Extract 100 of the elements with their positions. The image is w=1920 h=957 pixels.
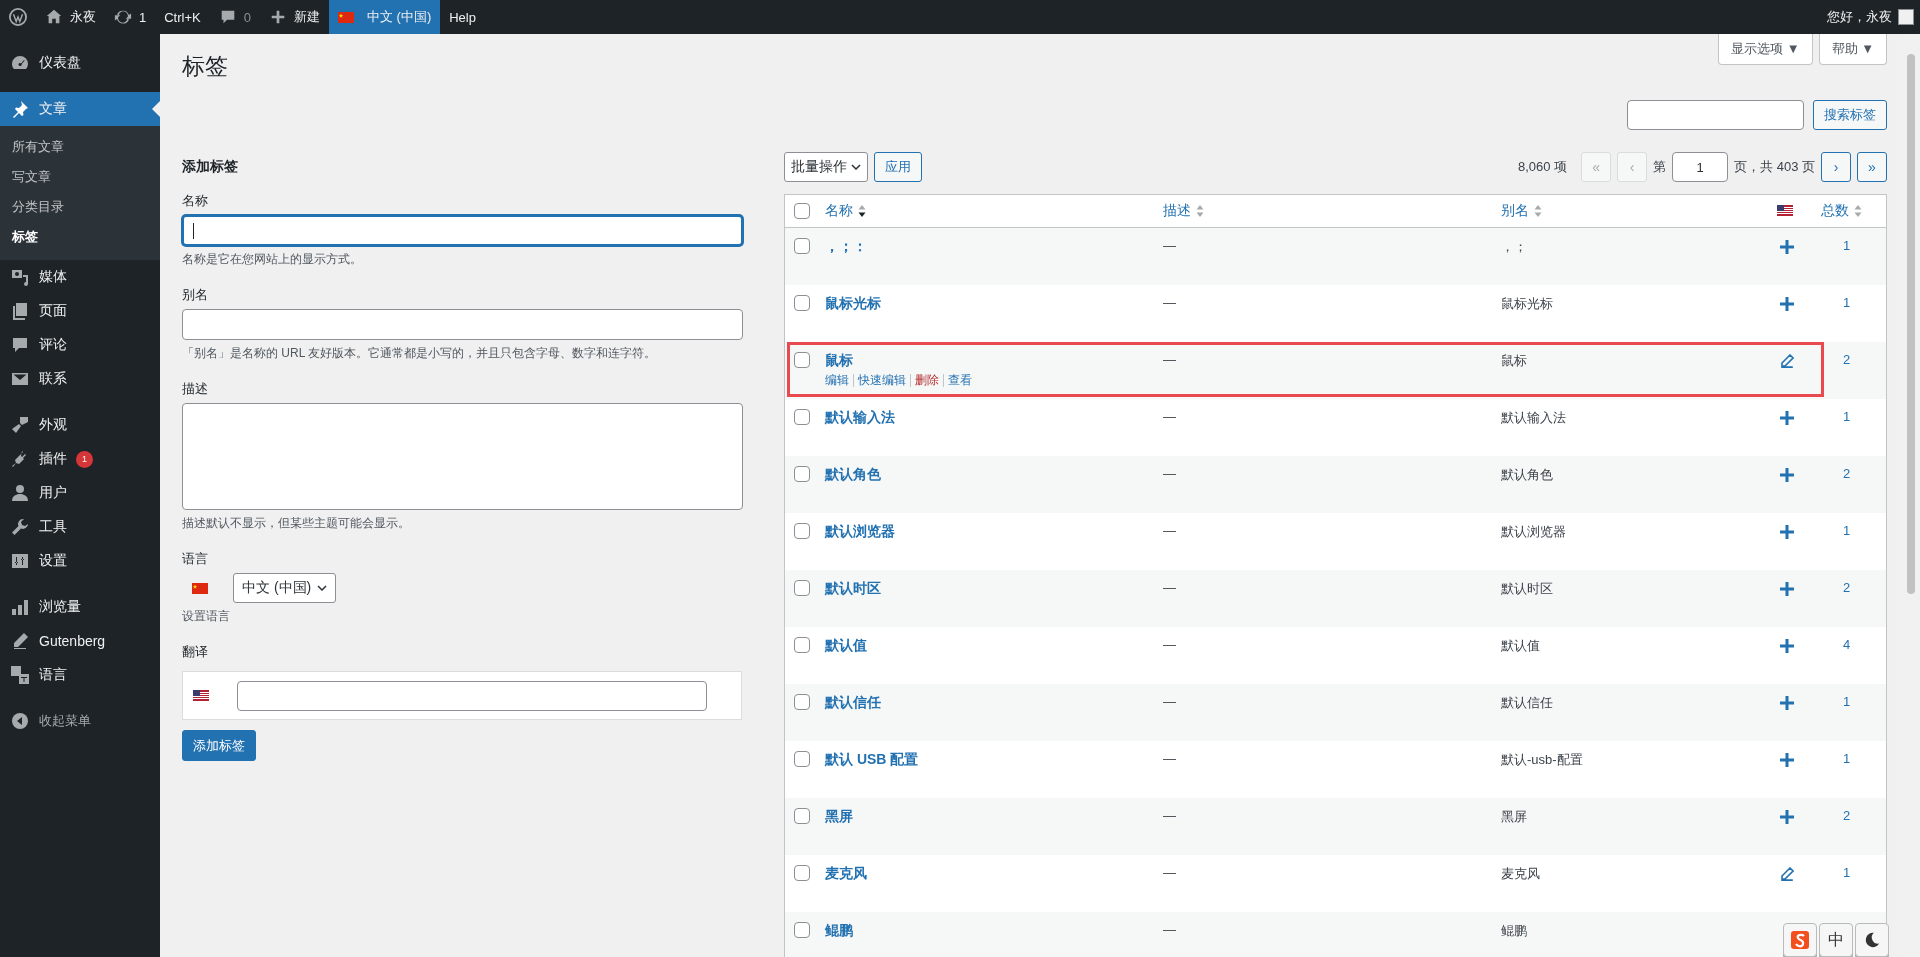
tag-name-link[interactable]: 默认浏览器 xyxy=(825,523,895,539)
column-header[interactable]: 总数 xyxy=(1821,202,1849,220)
comments-link[interactable]: 0 xyxy=(209,0,260,34)
count-link[interactable]: 2 xyxy=(1821,808,1851,823)
bulk-actions-select[interactable]: 批量操作 xyxy=(784,152,868,182)
row-checkbox[interactable] xyxy=(794,466,810,482)
count-link[interactable]: 2 xyxy=(1821,466,1851,481)
last-page-button[interactable]: » xyxy=(1857,152,1887,182)
submenu-item[interactable]: 写文章 xyxy=(0,162,160,192)
language-switcher[interactable]: 中文 (中国) xyxy=(328,0,441,34)
page-field[interactable]: 1 xyxy=(1672,152,1729,182)
tag-name-link[interactable]: 默认值 xyxy=(825,637,867,653)
plus-icon[interactable] xyxy=(1780,240,1794,254)
sidebar-item[interactable]: 用户 xyxy=(0,476,160,510)
sidebar-item[interactable]: 联系 xyxy=(0,362,160,396)
sidebar-item[interactable]: Gutenberg xyxy=(0,624,160,658)
pencil-icon[interactable] xyxy=(1780,867,1794,881)
sidebar-item[interactable]: 媒体 xyxy=(0,260,160,294)
sidebar-item[interactable]: 评论 xyxy=(0,328,160,362)
screen-tab-button[interactable]: 显示选项 ▼ xyxy=(1718,34,1813,65)
plus-icon[interactable] xyxy=(1780,753,1794,767)
row-checkbox[interactable] xyxy=(794,694,810,710)
plus-icon[interactable] xyxy=(1780,468,1794,482)
count-link[interactable]: 1 xyxy=(1821,865,1851,880)
sidebar-item[interactable]: 浏览量 xyxy=(0,590,160,624)
tag-name-link[interactable]: 麦克风 xyxy=(825,865,867,881)
plus-icon[interactable] xyxy=(1780,582,1794,596)
updates-link[interactable]: 1 xyxy=(105,0,156,34)
translation-field[interactable] xyxy=(237,680,707,711)
text-field[interactable] xyxy=(182,215,743,246)
plus-icon[interactable] xyxy=(1780,810,1794,824)
tag-name-link[interactable]: 黑屏 xyxy=(825,808,853,824)
column-header[interactable]: 名称 xyxy=(825,202,853,220)
row-checkbox[interactable] xyxy=(794,352,810,368)
row-checkbox[interactable] xyxy=(794,409,810,425)
pencil-icon[interactable] xyxy=(1780,354,1794,368)
row-checkbox[interactable] xyxy=(794,808,810,824)
sidebar-item[interactable]: 外观 xyxy=(0,408,160,442)
toolbar-link[interactable]: Help xyxy=(440,0,485,34)
count-link[interactable]: 1 xyxy=(1821,409,1851,424)
count-link[interactable]: 2 xyxy=(1821,580,1851,595)
row-action-link[interactable]: 删除 xyxy=(910,374,943,387)
night-mode-button[interactable] xyxy=(1855,923,1889,957)
add-tag-button[interactable]: 添加标签 xyxy=(182,730,256,761)
tag-name-link[interactable]: 默认角色 xyxy=(825,466,881,482)
plus-icon[interactable] xyxy=(1780,525,1794,539)
tag-name-link[interactable]: ，；： xyxy=(825,238,867,254)
toolbar-link[interactable]: Ctrl+K xyxy=(155,0,210,34)
count-link[interactable]: 1 xyxy=(1821,694,1851,709)
collapse-menu-button[interactable]: 收起菜单 xyxy=(0,704,160,738)
sidebar-item[interactable]: 页面 xyxy=(0,294,160,328)
tag-name-link[interactable]: 默认 USB 配置 xyxy=(825,751,919,767)
plus-icon[interactable] xyxy=(1780,297,1794,311)
new-link[interactable]: 新建 xyxy=(259,0,329,34)
plus-icon[interactable] xyxy=(1780,696,1794,710)
screen-tab-button[interactable]: 帮助 ▼ xyxy=(1818,34,1887,65)
tag-name-link[interactable]: 鼠标 xyxy=(825,352,853,368)
site-link[interactable]: 永夜 xyxy=(36,0,105,34)
row-checkbox[interactable] xyxy=(794,637,810,653)
row-checkbox[interactable] xyxy=(794,523,810,539)
count-link[interactable]: 1 xyxy=(1821,238,1851,253)
sidebar-item[interactable]: 工具 xyxy=(0,510,160,544)
row-checkbox[interactable] xyxy=(794,238,810,254)
avatar[interactable] xyxy=(1898,9,1914,25)
tag-name-link[interactable]: 默认信任 xyxy=(825,694,881,710)
row-action-link[interactable]: 快速编辑 xyxy=(853,374,910,387)
row-checkbox[interactable] xyxy=(794,295,810,311)
submenu-item[interactable]: 所有文章 xyxy=(0,132,160,162)
count-link[interactable]: 4 xyxy=(1821,637,1851,652)
ime-logo-button[interactable] xyxy=(1783,923,1817,957)
sidebar-item[interactable]: 仪表盘 xyxy=(0,46,160,80)
count-link[interactable]: 1 xyxy=(1821,523,1851,538)
plus-icon[interactable] xyxy=(1780,639,1794,653)
submenu-item[interactable]: 分类目录 xyxy=(0,192,160,222)
sidebar-item[interactable]: 设置 xyxy=(0,544,160,578)
tag-name-link[interactable]: 鼠标光标 xyxy=(825,295,881,311)
count-link[interactable]: 1 xyxy=(1821,295,1851,310)
row-action-link[interactable]: 编辑 xyxy=(825,374,853,387)
row-checkbox[interactable] xyxy=(794,751,810,767)
count-link[interactable]: 1 xyxy=(1821,751,1851,766)
text-field[interactable] xyxy=(182,309,743,340)
search-button[interactable]: 搜索标签 xyxy=(1813,100,1887,130)
row-checkbox[interactable] xyxy=(794,865,810,881)
plus-icon[interactable] xyxy=(1780,411,1794,425)
column-header[interactable]: 别名 xyxy=(1501,202,1529,220)
count-link[interactable]: 2 xyxy=(1821,352,1851,367)
input-mode-button[interactable]: 中 xyxy=(1819,923,1853,957)
sidebar-item[interactable]: 文章 xyxy=(0,92,160,126)
language-select[interactable]: 中文 (中国) xyxy=(233,573,337,603)
tag-name-link[interactable]: 默认输入法 xyxy=(825,409,895,425)
sidebar-item[interactable]: 语言 xyxy=(0,658,160,692)
next-page-button[interactable]: › xyxy=(1821,152,1851,182)
select-all-checkbox[interactable] xyxy=(794,203,810,219)
row-action-link[interactable]: 查看 xyxy=(943,374,976,387)
tag-name-link[interactable]: 鲲鹏 xyxy=(825,922,853,938)
column-header[interactable]: 描述 xyxy=(1163,202,1191,220)
row-checkbox[interactable] xyxy=(794,580,810,596)
submenu-item[interactable]: 标签 xyxy=(0,222,160,252)
tag-name-link[interactable]: 默认时区 xyxy=(825,580,881,596)
apply-button[interactable]: 应用 xyxy=(874,152,922,182)
